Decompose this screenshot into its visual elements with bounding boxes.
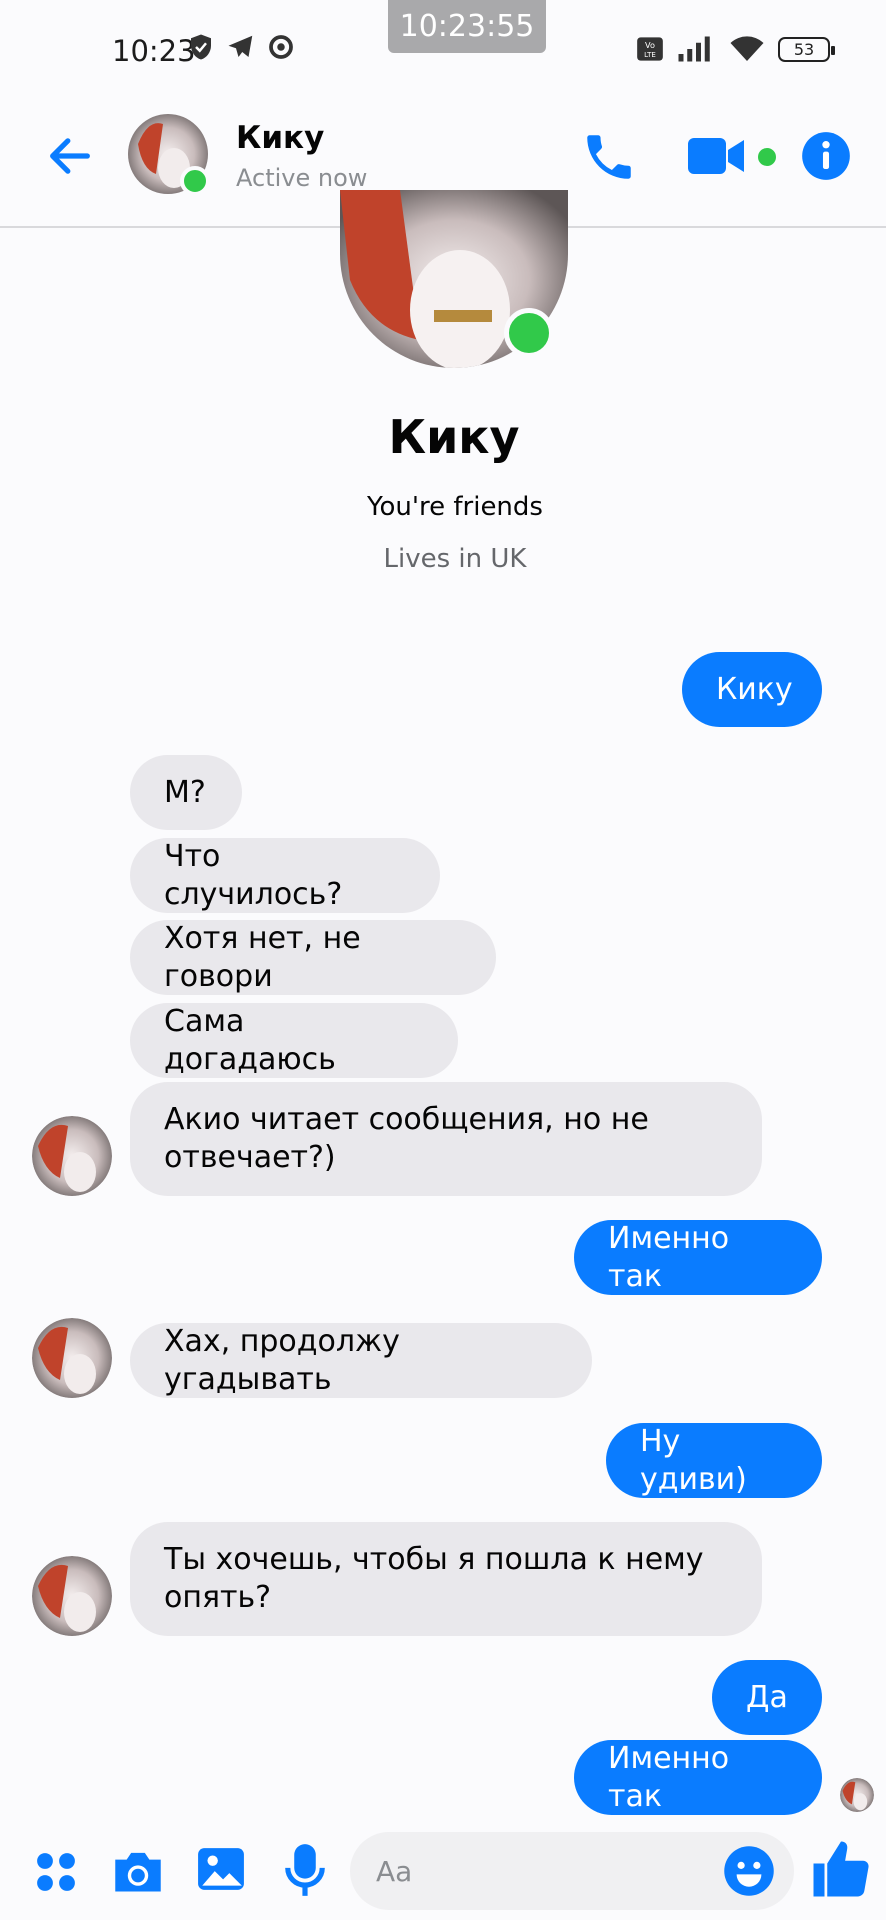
message-bubble-in[interactable]: Хотя нет, не говори xyxy=(130,920,496,995)
message-bubble-out[interactable]: Кику xyxy=(682,652,822,727)
status-icons-right: Vo LTE 53 xyxy=(636,34,835,64)
profile-name: Кику xyxy=(388,410,520,464)
status-time: 10:23 xyxy=(112,34,196,68)
message-bubble-out[interactable]: Именно так xyxy=(574,1220,822,1295)
message-bubble-in[interactable]: Что случилось? xyxy=(130,838,440,913)
message-bubble-in[interactable]: М? xyxy=(130,755,242,830)
phone-icon[interactable] xyxy=(580,128,638,186)
thumbs-up-icon[interactable] xyxy=(808,1836,874,1902)
online-indicator xyxy=(180,166,210,196)
profile-location: Lives in UK xyxy=(383,544,527,574)
camera-icon[interactable] xyxy=(110,1846,166,1896)
profile-relationship: You're friends xyxy=(367,492,543,522)
info-icon[interactable] xyxy=(800,130,852,182)
seen-avatar xyxy=(840,1778,874,1812)
contact-name[interactable]: Кику xyxy=(236,120,324,156)
wifi-icon xyxy=(730,36,764,61)
emoji-icon[interactable] xyxy=(722,1844,776,1898)
microphone-icon[interactable] xyxy=(282,1842,328,1898)
message-bubble-out[interactable]: Да xyxy=(712,1660,822,1735)
status-bar: 10:23 10:23:55 Vo LTE 53 xyxy=(0,0,886,100)
apps-icon[interactable] xyxy=(34,1850,78,1894)
telegram-icon xyxy=(228,35,253,57)
message-bubble-out[interactable]: Именно так xyxy=(574,1740,822,1815)
battery-icon: 53 xyxy=(778,36,835,62)
sender-avatar[interactable] xyxy=(32,1318,112,1398)
contact-avatar[interactable] xyxy=(128,114,210,196)
signal-icon xyxy=(678,36,710,62)
profile-online-indicator xyxy=(504,308,554,358)
video-call-icon[interactable] xyxy=(688,136,748,176)
message-bubble-in[interactable]: Ты хочешь, чтобы я пошла к нему опять? xyxy=(130,1522,762,1636)
svg-text:Vo: Vo xyxy=(645,40,655,50)
contact-status: Active now xyxy=(236,164,368,192)
message-bubble-in[interactable]: Сама догадаюсь xyxy=(130,1003,458,1078)
svg-text:LTE: LTE xyxy=(644,51,656,59)
sender-avatar[interactable] xyxy=(32,1116,112,1196)
video-active-dot xyxy=(754,144,780,170)
message-bubble-in[interactable]: Хах, продолжу угадывать xyxy=(130,1323,592,1398)
sync-icon xyxy=(269,35,293,59)
composer-bar xyxy=(0,1818,886,1920)
message-bubble-out[interactable]: Ну удиви) xyxy=(606,1423,822,1498)
clock-overlay: 10:23:55 xyxy=(388,0,546,53)
gallery-icon[interactable] xyxy=(196,1844,246,1894)
message-bubble-in[interactable]: Акио читает сообщения, но не отвечает?) xyxy=(130,1082,762,1196)
sender-avatar[interactable] xyxy=(32,1556,112,1636)
shield-check-icon xyxy=(191,34,211,60)
status-icons-left xyxy=(186,32,296,62)
back-arrow-icon[interactable] xyxy=(44,130,96,182)
volte-icon: VoLTE xyxy=(637,37,663,61)
